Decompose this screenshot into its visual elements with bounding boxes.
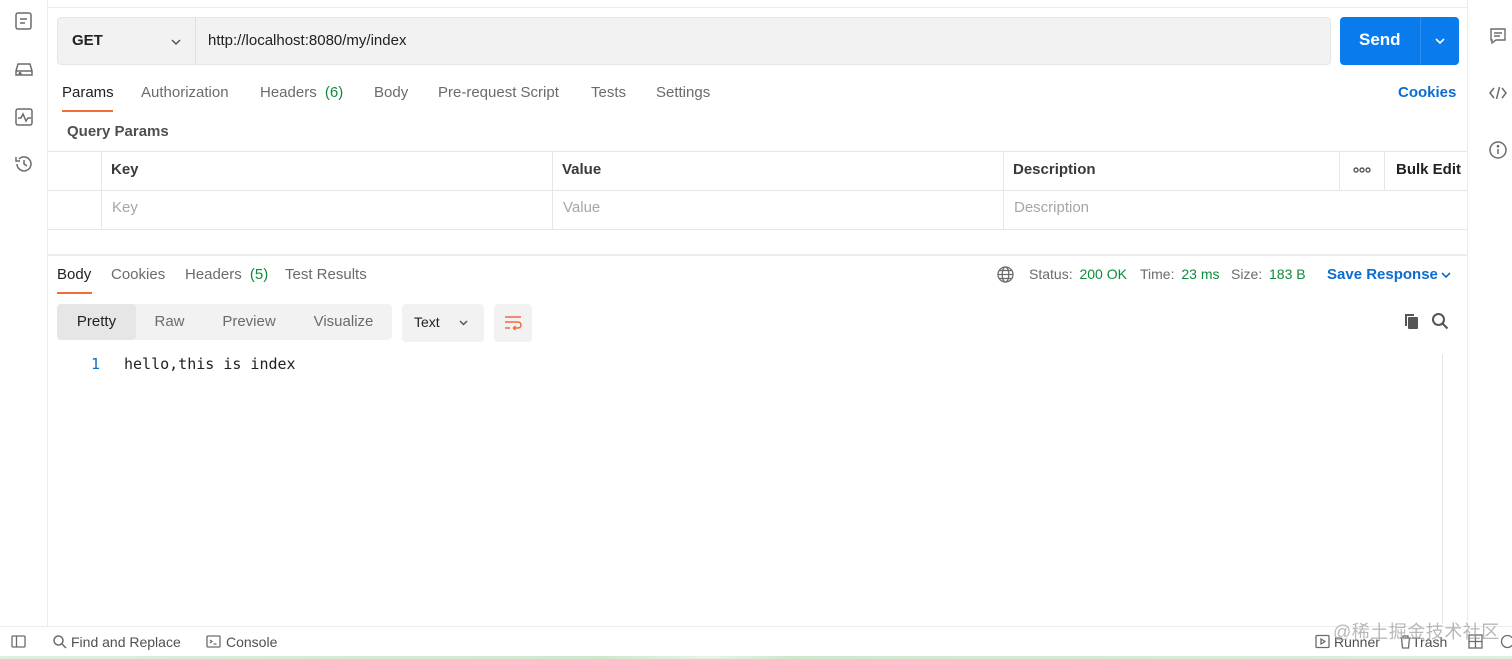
view-mode-raw[interactable]: Raw	[136, 304, 203, 340]
format-select[interactable]: Text	[402, 304, 484, 342]
console-button[interactable]: Console	[226, 634, 277, 650]
param-description-input[interactable]: Description	[1014, 199, 1089, 216]
query-params-title: Query Params	[67, 123, 169, 140]
param-value-input[interactable]: Value	[563, 199, 600, 216]
table-border-bottom	[48, 229, 1467, 230]
tab-params[interactable]: Params	[62, 84, 114, 101]
size-value: 183 B	[1269, 266, 1306, 282]
table-col-divider	[552, 151, 553, 229]
environments-icon[interactable]	[13, 58, 35, 80]
response-tab-headers-count: (5)	[249, 266, 269, 283]
size-label: Size:	[1231, 266, 1263, 282]
time-readout: Time: 23 ms	[1140, 266, 1220, 282]
console-icon	[206, 634, 221, 649]
status-label: Status:	[1029, 266, 1073, 282]
comments-icon[interactable]	[1488, 26, 1508, 46]
column-header-key: Key	[111, 161, 139, 178]
table-col-divider	[1339, 151, 1340, 190]
chevron-down-icon[interactable]	[1439, 268, 1453, 282]
response-tab-active-indicator	[57, 292, 92, 294]
status-bar: Find and Replace Console Runner Trash	[0, 626, 1512, 659]
response-tab-cookies[interactable]: Cookies	[111, 266, 165, 283]
runner-icon	[1315, 634, 1330, 649]
monitor-icon[interactable]	[13, 106, 35, 128]
tab-tests[interactable]: Tests	[591, 84, 626, 101]
param-key-input[interactable]: Key	[112, 199, 138, 216]
size-readout: Size: 183 B	[1231, 266, 1306, 282]
search-icon	[52, 634, 67, 649]
cookies-link[interactable]: Cookies	[1398, 84, 1456, 101]
view-mode-visualize[interactable]: Visualize	[295, 304, 392, 340]
tab-settings[interactable]: Settings	[656, 84, 710, 101]
info-icon[interactable]	[1488, 140, 1508, 160]
table-col-divider	[101, 151, 102, 229]
column-header-value: Value	[562, 161, 602, 178]
help-icon[interactable]	[1500, 634, 1512, 649]
time-label: Time:	[1140, 266, 1175, 282]
response-tab-headers-label: Headers	[185, 266, 242, 283]
history-icon[interactable]	[13, 153, 35, 175]
url-value: http://localhost:8080/my/index	[208, 32, 407, 49]
bulk-edit-button[interactable]: Bulk Edit	[1396, 161, 1461, 178]
response-body-line: hello,this is index	[124, 355, 296, 373]
send-divider	[1420, 17, 1421, 65]
editor-scrollbar[interactable]	[1442, 354, 1443, 624]
tab-headers-label: Headers	[260, 84, 317, 101]
tab-headers-count: (6)	[324, 84, 344, 101]
response-tab-headers[interactable]: Headers (5)	[185, 266, 268, 283]
table-col-divider	[1384, 151, 1385, 190]
new-request-icon[interactable]	[13, 10, 35, 32]
time-value: 23 ms	[1181, 266, 1220, 282]
right-sidebar-rail	[1467, 0, 1512, 626]
wrap-lines-icon	[503, 313, 523, 333]
send-label: Send	[1359, 30, 1401, 49]
line-number: 1	[91, 355, 101, 373]
tab-active-indicator	[62, 110, 113, 112]
format-label: Text	[414, 314, 440, 330]
table-border-mid	[48, 190, 1467, 191]
wrap-lines-button[interactable]	[494, 304, 532, 342]
table-border-top	[48, 151, 1467, 152]
toggle-sidebar-icon[interactable]	[11, 634, 26, 649]
tab-headers[interactable]: Headers (6)	[260, 84, 343, 101]
table-col-divider	[1003, 151, 1004, 229]
status-readout: Status: 200 OK	[1029, 266, 1127, 282]
save-response-button[interactable]: Save Response	[1327, 266, 1438, 283]
status-value: 200 OK	[1079, 266, 1127, 282]
response-tab-body[interactable]: Body	[57, 266, 91, 283]
more-options-icon[interactable]	[1352, 163, 1372, 177]
copy-icon[interactable]	[1402, 312, 1420, 330]
send-options-chevron-icon[interactable]	[1433, 34, 1447, 48]
chevron-down-icon	[169, 35, 183, 49]
view-mode-group: Pretty Raw Preview Visualize	[57, 304, 392, 340]
search-icon[interactable]	[1431, 312, 1449, 330]
find-and-replace-button[interactable]: Find and Replace	[71, 634, 181, 650]
tab-body[interactable]: Body	[374, 84, 408, 101]
globe-icon[interactable]	[996, 265, 1015, 284]
view-mode-pretty[interactable]: Pretty	[57, 304, 136, 340]
column-header-description: Description	[1013, 161, 1096, 178]
view-mode-preview[interactable]: Preview	[203, 304, 295, 340]
top-divider	[48, 7, 1467, 8]
chevron-down-icon	[457, 316, 470, 329]
left-sidebar-rail	[0, 0, 48, 626]
tab-authorization[interactable]: Authorization	[141, 84, 229, 101]
method-label: GET	[72, 32, 103, 49]
response-tab-test-results[interactable]: Test Results	[285, 266, 367, 283]
watermark: @稀土掘金技术社区	[1333, 622, 1500, 642]
response-pane-divider[interactable]	[48, 254, 1467, 256]
method-select[interactable]: GET	[57, 17, 195, 65]
tab-pre-request-script[interactable]: Pre-request Script	[438, 84, 559, 101]
send-button[interactable]: Send	[1340, 17, 1459, 65]
url-input[interactable]: http://localhost:8080/my/index	[195, 17, 1331, 65]
code-icon[interactable]	[1488, 83, 1508, 103]
